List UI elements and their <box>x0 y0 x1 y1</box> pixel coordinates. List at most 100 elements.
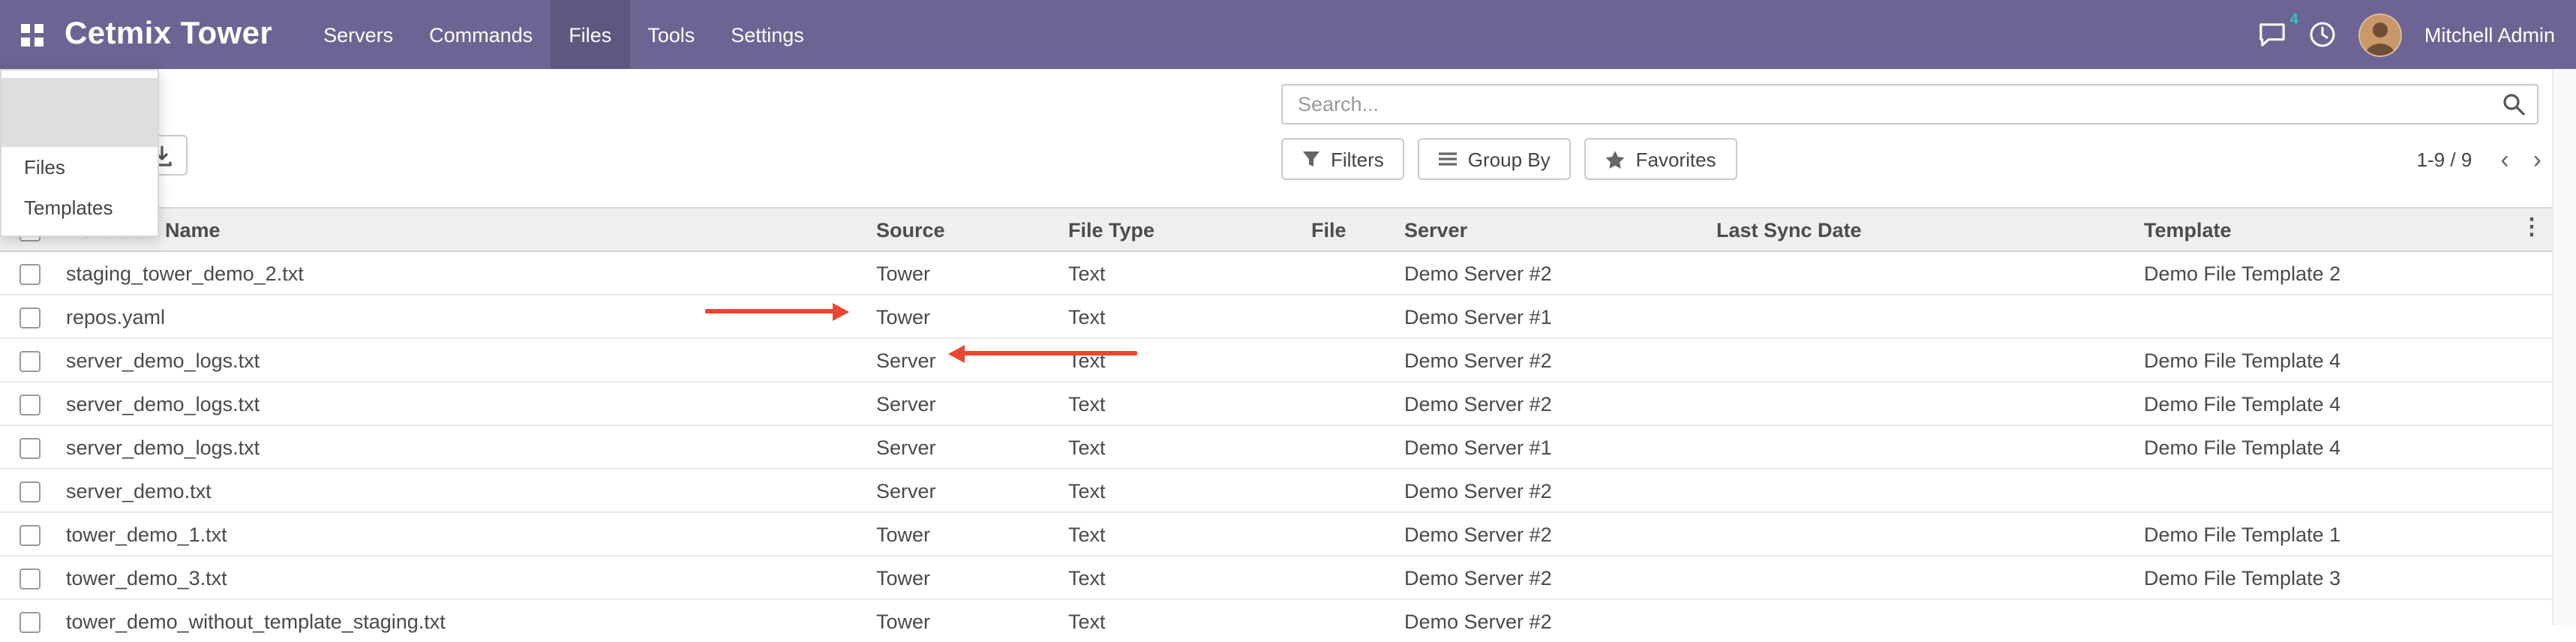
column-header-server[interactable]: Server <box>1395 208 1707 251</box>
cell-server[interactable]: Demo Server #2 <box>1395 382 1707 425</box>
scrollbar-track[interactable] <box>2552 69 2576 626</box>
cell-last-sync-date[interactable] <box>1707 382 2135 425</box>
cell-rendered-name[interactable]: tower_demo_without_template_staging.txt <box>57 599 867 642</box>
column-header-file[interactable]: File <box>1302 208 1395 251</box>
row-checkbox[interactable] <box>20 307 41 328</box>
messages-icon[interactable]: 4 <box>2258 21 2286 48</box>
cell-server[interactable]: Demo Server #2 <box>1395 556 1707 599</box>
table-row[interactable]: staging_tower_demo_2.txtTowerText Demo Se… <box>0 251 2553 295</box>
cell-source[interactable]: Tower <box>867 512 1059 556</box>
cell-template[interactable]: Demo File Template 4 <box>2135 425 2553 469</box>
cell-last-sync-date[interactable] <box>1707 512 2135 556</box>
table-row[interactable]: server_demo_logs.txtServerTextDemo Serve… <box>0 338 2553 382</box>
search-icon[interactable] <box>2502 93 2525 123</box>
cell-file-type[interactable]: Text <box>1059 599 1302 642</box>
cell-template[interactable] <box>2135 599 2553 642</box>
row-checkbox[interactable] <box>20 263 41 284</box>
cell-template[interactable]: Demo File Template 4 <box>2135 338 2553 382</box>
nav-files[interactable]: Files <box>551 0 629 69</box>
nav-tools[interactable]: Tools <box>629 0 713 69</box>
column-header-source[interactable]: Source <box>867 208 1059 251</box>
pager-previous-icon[interactable]: ‹ <box>2490 146 2519 172</box>
cell-file[interactable] <box>1302 599 1395 642</box>
row-checkbox[interactable] <box>20 350 41 371</box>
cell-server[interactable]: Demo Server #1 <box>1395 295 1707 338</box>
row-checkbox[interactable] <box>20 481 41 502</box>
group-by-button[interactable]: Group By <box>1419 138 1572 180</box>
cell-template[interactable] <box>2135 469 2553 512</box>
table-row[interactable]: server_demo_logs.txtServerText Demo Serve… <box>0 382 2553 425</box>
cell-template[interactable]: Demo File Template 1 <box>2135 512 2553 556</box>
table-row[interactable]: server_demo.txtServerText Demo Server #2 <box>0 469 2553 512</box>
nav-files[interactable] <box>2 78 158 147</box>
cell-last-sync-date[interactable] <box>1707 469 2135 512</box>
cell-file[interactable] <box>1302 338 1395 382</box>
row-checkbox[interactable] <box>20 524 41 545</box>
cell-source[interactable]: Server <box>867 382 1059 425</box>
table-row[interactable]: tower_demo_without_template_staging.txtT… <box>0 599 2553 642</box>
cell-rendered-name[interactable]: staging_tower_demo_2.txt <box>57 251 867 295</box>
favorites-button[interactable]: Favorites <box>1585 138 1737 180</box>
apps-grid-icon[interactable] <box>21 23 44 46</box>
cell-file[interactable] <box>1302 556 1395 599</box>
cell-source[interactable]: Tower <box>867 251 1059 295</box>
cell-last-sync-date[interactable] <box>1707 295 2135 338</box>
cell-source[interactable]: Server <box>867 425 1059 469</box>
column-header-rendered-name[interactable]: Rendered Name <box>57 208 867 251</box>
cell-rendered-name[interactable]: tower_demo_1.txt <box>57 512 867 556</box>
cell-file[interactable] <box>1302 295 1395 338</box>
cell-template[interactable]: Demo File Template 4 <box>2135 382 2553 425</box>
cell-file-type[interactable]: Text <box>1059 469 1302 512</box>
cell-file-type[interactable]: Text <box>1059 251 1302 295</box>
column-header-last-sync-date[interactable]: Last Sync Date <box>1707 208 2135 251</box>
cell-last-sync-date[interactable] <box>1707 338 2135 382</box>
cell-file[interactable] <box>1302 382 1395 425</box>
cell-last-sync-date[interactable] <box>1707 556 2135 599</box>
cell-file-type[interactable]: Text <box>1059 556 1302 599</box>
cell-server[interactable]: Demo Server #1 <box>1395 425 1707 469</box>
table-row[interactable]: repos.yamlTowerTextDemo Server #1 <box>0 295 2553 338</box>
optional-columns-icon[interactable]: ⋮ <box>2520 216 2543 238</box>
dropdown-item-files[interactable]: Files <box>2 147 158 188</box>
row-checkbox[interactable] <box>20 611 41 632</box>
cell-last-sync-date[interactable] <box>1707 425 2135 469</box>
cell-source[interactable]: Tower <box>867 556 1059 599</box>
cell-source[interactable]: Tower <box>867 599 1059 642</box>
cell-file-type[interactable]: Text <box>1059 382 1302 425</box>
cell-file-type[interactable]: Text <box>1059 338 1302 382</box>
cell-rendered-name[interactable]: server_demo_logs.txt <box>57 382 867 425</box>
table-row[interactable]: tower_demo_1.txtTowerTextDemo Server #2D… <box>0 512 2553 556</box>
cell-template[interactable] <box>2135 295 2553 338</box>
pager-next-icon[interactable]: › <box>2523 146 2552 172</box>
cell-rendered-name[interactable]: server_demo_logs.txt <box>57 338 867 382</box>
cell-file[interactable] <box>1302 251 1395 295</box>
user-name[interactable]: Mitchell Admin <box>2424 23 2555 46</box>
cell-file-type[interactable]: Text <box>1059 295 1302 338</box>
cell-file[interactable] <box>1302 469 1395 512</box>
cell-rendered-name[interactable]: server_demo.txt <box>57 469 867 512</box>
cell-file-type[interactable]: Text <box>1059 425 1302 469</box>
cell-file[interactable] <box>1302 512 1395 556</box>
activities-icon[interactable] <box>2309 21 2336 48</box>
cell-server[interactable]: Demo Server #2 <box>1395 338 1707 382</box>
column-header-template[interactable]: Template ⋮ <box>2135 208 2553 251</box>
cell-template[interactable]: Demo File Template 2 <box>2135 251 2553 295</box>
cell-rendered-name[interactable]: server_demo_logs.txt <box>57 425 867 469</box>
row-checkbox[interactable] <box>20 437 41 458</box>
cell-server[interactable]: Demo Server #2 <box>1395 469 1707 512</box>
cell-file-type[interactable]: Text <box>1059 512 1302 556</box>
cell-server[interactable]: Demo Server #2 <box>1395 251 1707 295</box>
dropdown-item-templates[interactable]: Templates <box>2 188 158 228</box>
cell-template[interactable]: Demo File Template 3 <box>2135 556 2553 599</box>
cell-file[interactable] <box>1302 425 1395 469</box>
nav-commands[interactable]: Commands <box>411 0 551 69</box>
cell-source[interactable]: Server <box>867 469 1059 512</box>
row-checkbox[interactable] <box>20 394 41 415</box>
cell-last-sync-date[interactable] <box>1707 599 2135 642</box>
table-row[interactable]: tower_demo_3.txtTowerTextDemo Server #2D… <box>0 556 2553 599</box>
nav-servers[interactable]: Servers <box>305 0 411 69</box>
nav-settings[interactable]: Settings <box>713 0 822 69</box>
cell-last-sync-date[interactable] <box>1707 251 2135 295</box>
cell-server[interactable]: Demo Server #2 <box>1395 599 1707 642</box>
search-input[interactable] <box>1281 84 2538 124</box>
